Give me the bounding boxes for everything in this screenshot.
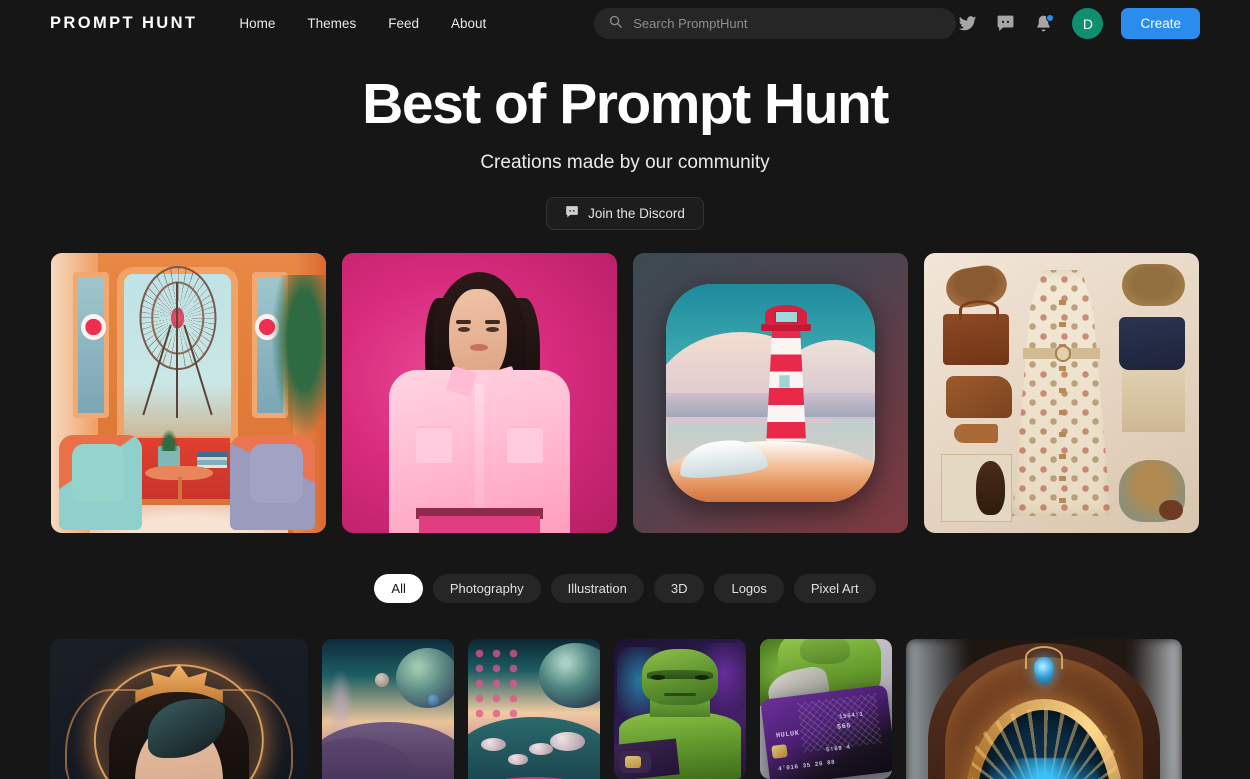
astronaut-pink-valley-art [468,638,600,779]
gallery-column-3 [468,638,600,779]
filter-pill-photography[interactable]: Photography [432,573,541,603]
featured-carousel [0,252,1250,533]
user-avatar[interactable]: D [1072,8,1104,39]
gallery-item-hulk-portrait[interactable] [614,638,746,779]
create-button[interactable]: Create [1121,8,1200,39]
site-logo[interactable]: PROMPT HUNT [50,14,197,33]
gallery-column-1 [50,638,308,779]
golden-portal-blue-tree-art [906,638,1182,779]
page-title: Best of Prompt Hunt [362,72,889,136]
join-discord-label: Join the Discord [588,205,685,221]
search-icon [608,14,623,34]
filter-pill-pixel-art[interactable]: Pixel Art [793,573,876,603]
gallery-item-astronaut-flower-field[interactable] [322,638,454,779]
pink-fashion-portrait-art [342,252,617,533]
discord-icon[interactable] [994,13,1016,35]
filter-pill-3d[interactable]: 3D [653,573,705,603]
join-discord-button[interactable]: Join the Discord [546,196,704,230]
featured-card-lighthouse[interactable] [633,252,908,533]
nav-link-feed[interactable]: Feed [388,16,419,31]
site-header: PROMPT HUNT Home Themes Feed About D Cre… [0,0,1250,47]
page-subtitle: Creations made by our community [480,151,770,173]
gallery-item-astronaut-pink-valley[interactable] [468,638,600,779]
category-filters: All Photography Illustration 3D Logos Pi… [0,573,1250,603]
nav-link-home[interactable]: Home [239,16,275,31]
hulk-credit-card-art: HULUK $66 1564!1 5!69 4 4'016 35 26 88 [760,638,892,779]
gallery-item-golden-halo-portrait[interactable] [50,638,308,779]
filter-pill-illustration[interactable]: Illustration [550,573,644,603]
gallery-item-hulk-credit-card[interactable]: HULUK $66 1564!1 5!69 4 4'016 35 26 88 [760,638,892,779]
filter-pill-logos[interactable]: Logos [714,573,784,603]
astronaut-flower-field-art [322,638,454,779]
main-nav: Home Themes Feed About [239,16,486,31]
hero-section: Best of Prompt Hunt Creations made by ou… [0,47,1250,230]
search-input[interactable] [633,16,943,31]
featured-card-pink-portrait[interactable] [342,252,617,533]
gallery-column-5: HULUK $66 1564!1 5!69 4 4'016 35 26 88 [760,638,892,779]
featured-card-orange-room[interactable] [51,252,326,533]
gallery-column-6 [906,638,1182,779]
filter-pill-all[interactable]: All [374,573,423,603]
lighthouse-app-icon-art [633,252,908,533]
orange-room-ferris-wheel-art [51,252,326,533]
search-bar[interactable] [594,8,957,39]
gallery-column-2 [322,638,454,779]
featured-card-vintage-flatlay[interactable] [924,252,1199,533]
hulk-portrait-art [614,638,746,779]
notification-badge [1046,13,1055,22]
gallery-column-4 [614,638,746,779]
bell-icon[interactable] [1032,13,1055,35]
nav-link-about[interactable]: About [451,16,486,31]
image-gallery: HULUK $66 1564!1 5!69 4 4'016 35 26 88 [0,638,1250,779]
gallery-item-golden-portal-blue-tree[interactable] [906,638,1182,779]
golden-halo-portrait-art [50,638,308,779]
twitter-icon[interactable] [956,13,978,35]
nav-link-themes[interactable]: Themes [307,16,356,31]
vintage-fashion-flatlay-art [924,252,1199,533]
discord-icon-small [565,205,579,222]
header-actions: D Create [956,8,1200,39]
